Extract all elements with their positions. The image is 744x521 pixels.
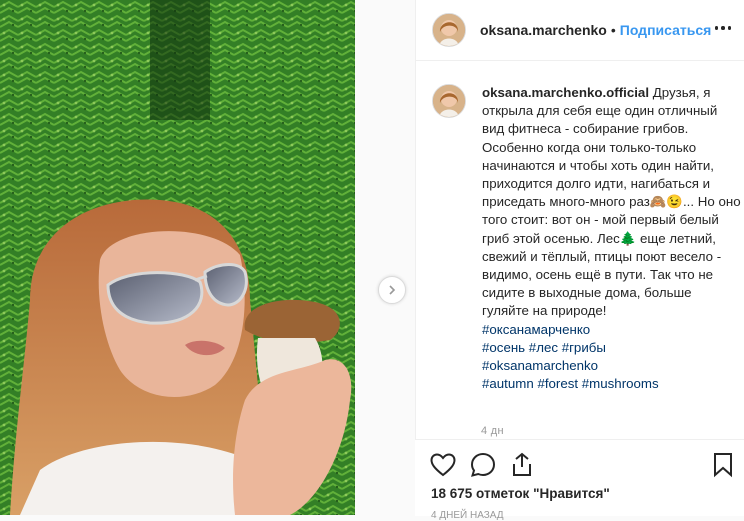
comment-icon[interactable] xyxy=(470,452,496,478)
caption-text-block: oksana.marchenko.official Друзья, я откр… xyxy=(482,84,742,393)
avatar[interactable] xyxy=(432,13,466,47)
follow-button[interactable]: Подписаться xyxy=(620,22,712,38)
share-icon[interactable] xyxy=(510,452,534,478)
post-panel: oksana.marchenko • Подписаться oksana.ma… xyxy=(415,0,744,515)
caption-username[interactable]: oksana.marchenko.official xyxy=(482,85,649,100)
post-date: 4 ДНЕЙ НАЗАД xyxy=(431,510,504,521)
post-photo[interactable] xyxy=(0,0,355,515)
hashtag-link[interactable]: #осень #лес #грибы xyxy=(482,339,742,357)
heart-icon[interactable] xyxy=(430,453,456,477)
more-icon xyxy=(714,26,719,30)
photo-gap xyxy=(355,0,415,515)
more-icon-dot xyxy=(721,26,725,30)
comment-time: 4 дн xyxy=(481,425,504,437)
next-photo-button[interactable] xyxy=(378,276,406,304)
likes-count[interactable]: 18 675 отметок "Нравится" xyxy=(431,486,610,501)
separator-dot: • xyxy=(610,22,616,38)
avatar-image xyxy=(433,14,465,46)
more-icon-dot xyxy=(727,26,732,30)
action-bar: 18 675 отметок "Нравится" 4 ДНЕЙ НАЗАД xyxy=(415,439,744,521)
caption-avatar[interactable] xyxy=(432,84,466,118)
post-image xyxy=(0,0,355,515)
hashtag-link[interactable]: #оксанамарченко xyxy=(482,321,742,339)
chevron-right-icon xyxy=(389,285,396,295)
hashtag-link[interactable]: #autumn #forest #mushrooms xyxy=(482,375,742,393)
header-username[interactable]: oksana.marchenko xyxy=(480,22,607,38)
caption-text: Друзья, я открыла для себя еще один отли… xyxy=(482,85,741,319)
post-header: oksana.marchenko • Подписаться xyxy=(416,0,744,61)
hashtag-link[interactable]: #oksanamarchenko xyxy=(482,357,742,375)
avatar-image xyxy=(433,85,465,117)
bookmark-icon[interactable] xyxy=(713,452,733,478)
more-options-button[interactable] xyxy=(713,18,733,38)
